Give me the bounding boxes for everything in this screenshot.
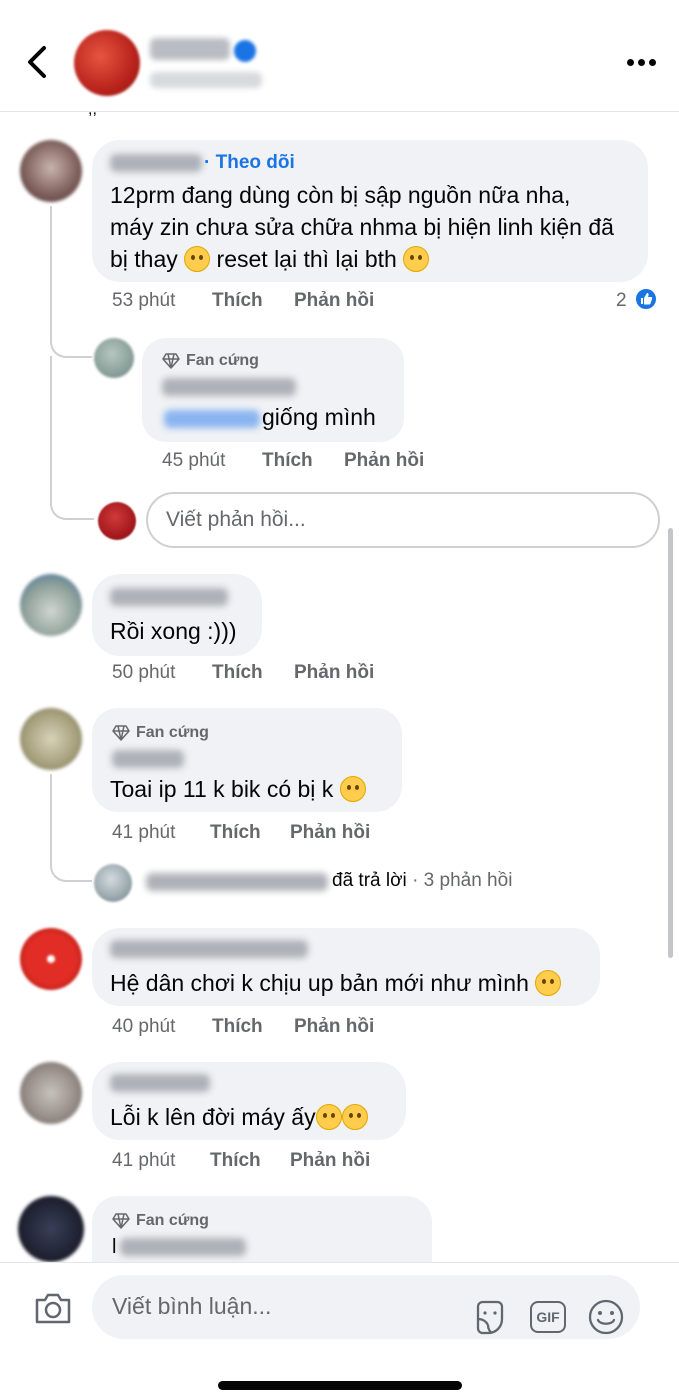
diamond-icon [162,353,180,369]
reply-link[interactable]: Phản hồi [344,450,424,472]
reply-link[interactable]: Phản hồi [290,1150,370,1172]
comment-text: Lỗi k lên đời máy ấy [110,1100,368,1134]
reaction-count[interactable]: 2 [616,290,627,312]
fan-badge: Fan cứng [112,724,209,742]
pleading-emoji-icon [403,246,430,272]
crying-emoji-icon [184,246,211,272]
diamond-icon [112,1213,130,1229]
comment-composer: Viết bình luận... GIF [0,1262,679,1400]
comment-bubble: Hệ dân chơi k chịu up bản mới như mình [92,928,600,1006]
like-link[interactable]: Thích [212,1016,263,1038]
page-name[interactable] [150,38,230,60]
comment-text-line: bị thay reset lại thì lại bth [110,242,430,276]
diamond-icon [112,725,130,741]
like-link[interactable]: Thích [212,290,263,312]
more-horizontal-icon[interactable] [622,52,660,72]
replied-label[interactable]: đã trả lời · 3 phản hồi [332,870,512,892]
comment-text: Toai ip 11 k bik có bị k [110,772,366,806]
zany-face-emoji-icon [339,776,366,802]
reply-link[interactable]: Phản hồi [290,822,370,844]
avatar[interactable] [18,1196,84,1262]
emoji-icon[interactable] [586,1297,626,1337]
gif-label: GIF [530,1301,566,1333]
thread-line [50,206,52,318]
cut-off-text: ,, [88,101,97,118]
commenter-name[interactable] [120,1238,246,1256]
home-indicator[interactable] [218,1381,462,1390]
comment-text-line: máy zin chưa sửa chữa nhma bị hiện linh … [110,214,614,240]
reply-bubble: Fan cứng giống mình [142,338,404,442]
avatar[interactable] [20,574,82,636]
like-link[interactable]: Thích [210,1150,261,1172]
comment-bubble: Rồi xong :))) [92,574,262,656]
thread-branch [50,480,94,520]
comment-text: Hệ dân chơi k chịu up bản mới như mình [110,966,562,1000]
avatar[interactable] [94,338,134,378]
comment-bubble: · Theo dõi 12prm đang dùng còn bị sập ng… [92,140,648,282]
avatar[interactable] [20,708,82,770]
avatar[interactable] [20,140,82,202]
like-reaction-icon [634,287,658,311]
comment-bubble: Lỗi k lên đời máy ấy [92,1062,406,1140]
reply-input[interactable]: Viết phản hồi... [146,492,660,548]
reply-link[interactable]: Phản hồi [294,1016,374,1038]
commenter-name[interactable] [162,378,296,396]
commenter-name[interactable] [110,1074,210,1092]
thread-line [50,356,52,486]
reply-link[interactable]: Phản hồi [294,662,374,684]
fan-badge: Fan cứng [162,352,259,370]
chevron-left-icon[interactable] [22,44,52,80]
grinning-sweat-emoji-icon [315,1104,342,1130]
gif-button[interactable]: GIF [528,1297,568,1337]
avatar[interactable] [20,928,82,990]
post-timestamp [150,72,262,88]
like-link[interactable]: Thích [262,450,313,472]
reply-link[interactable]: Phản hồi [294,290,374,312]
comment-time: 53 phút [112,290,176,311]
commenter-name[interactable] [110,940,308,958]
replier-name[interactable] [146,873,328,891]
commenter-name[interactable] [110,588,228,606]
post-header [0,0,679,112]
avatar[interactable] [20,1062,82,1124]
mention-link[interactable] [164,410,260,428]
like-link[interactable]: Thích [212,662,263,684]
comment-time: 41 phút [112,1150,176,1171]
camera-icon[interactable] [32,1287,74,1329]
comment-bubble: Fan cứng Toai ip 11 k bik có bị k [92,708,402,812]
thread-branch [50,846,92,882]
my-avatar [98,502,136,540]
like-link[interactable]: Thích [210,822,261,844]
commenter-name[interactable] [110,154,202,172]
rofl-emoji-icon [535,970,562,996]
fan-badge: Fan cứng [112,1212,209,1230]
thread-line [50,774,52,854]
comment-time: 45 phút [162,450,226,471]
comment-time: 50 phút [112,662,176,683]
avatar[interactable] [94,864,132,902]
follow-link[interactable]: · Theo dõi [204,152,295,174]
thread-branch [50,318,92,358]
page-avatar[interactable] [74,30,140,96]
comment-time: 41 phút [112,822,176,843]
reply-text: giống mình [262,404,376,430]
commenter-name[interactable] [112,750,184,768]
comment-text-line: 12prm đang dùng còn bị sập nguồn nữa nha… [110,182,571,208]
comment-text: l [112,1236,117,1258]
sticker-icon[interactable] [470,1297,510,1337]
comment-text: Rồi xong :))) [110,618,237,644]
verified-badge-icon [234,40,256,62]
scrollbar[interactable] [668,528,673,958]
tears-of-joy-emoji-icon [341,1104,368,1130]
comment-placeholder: Viết bình luận... [112,1293,272,1319]
comment-time: 40 phút [112,1016,176,1037]
comment-input[interactable]: Viết bình luận... GIF [92,1275,640,1339]
